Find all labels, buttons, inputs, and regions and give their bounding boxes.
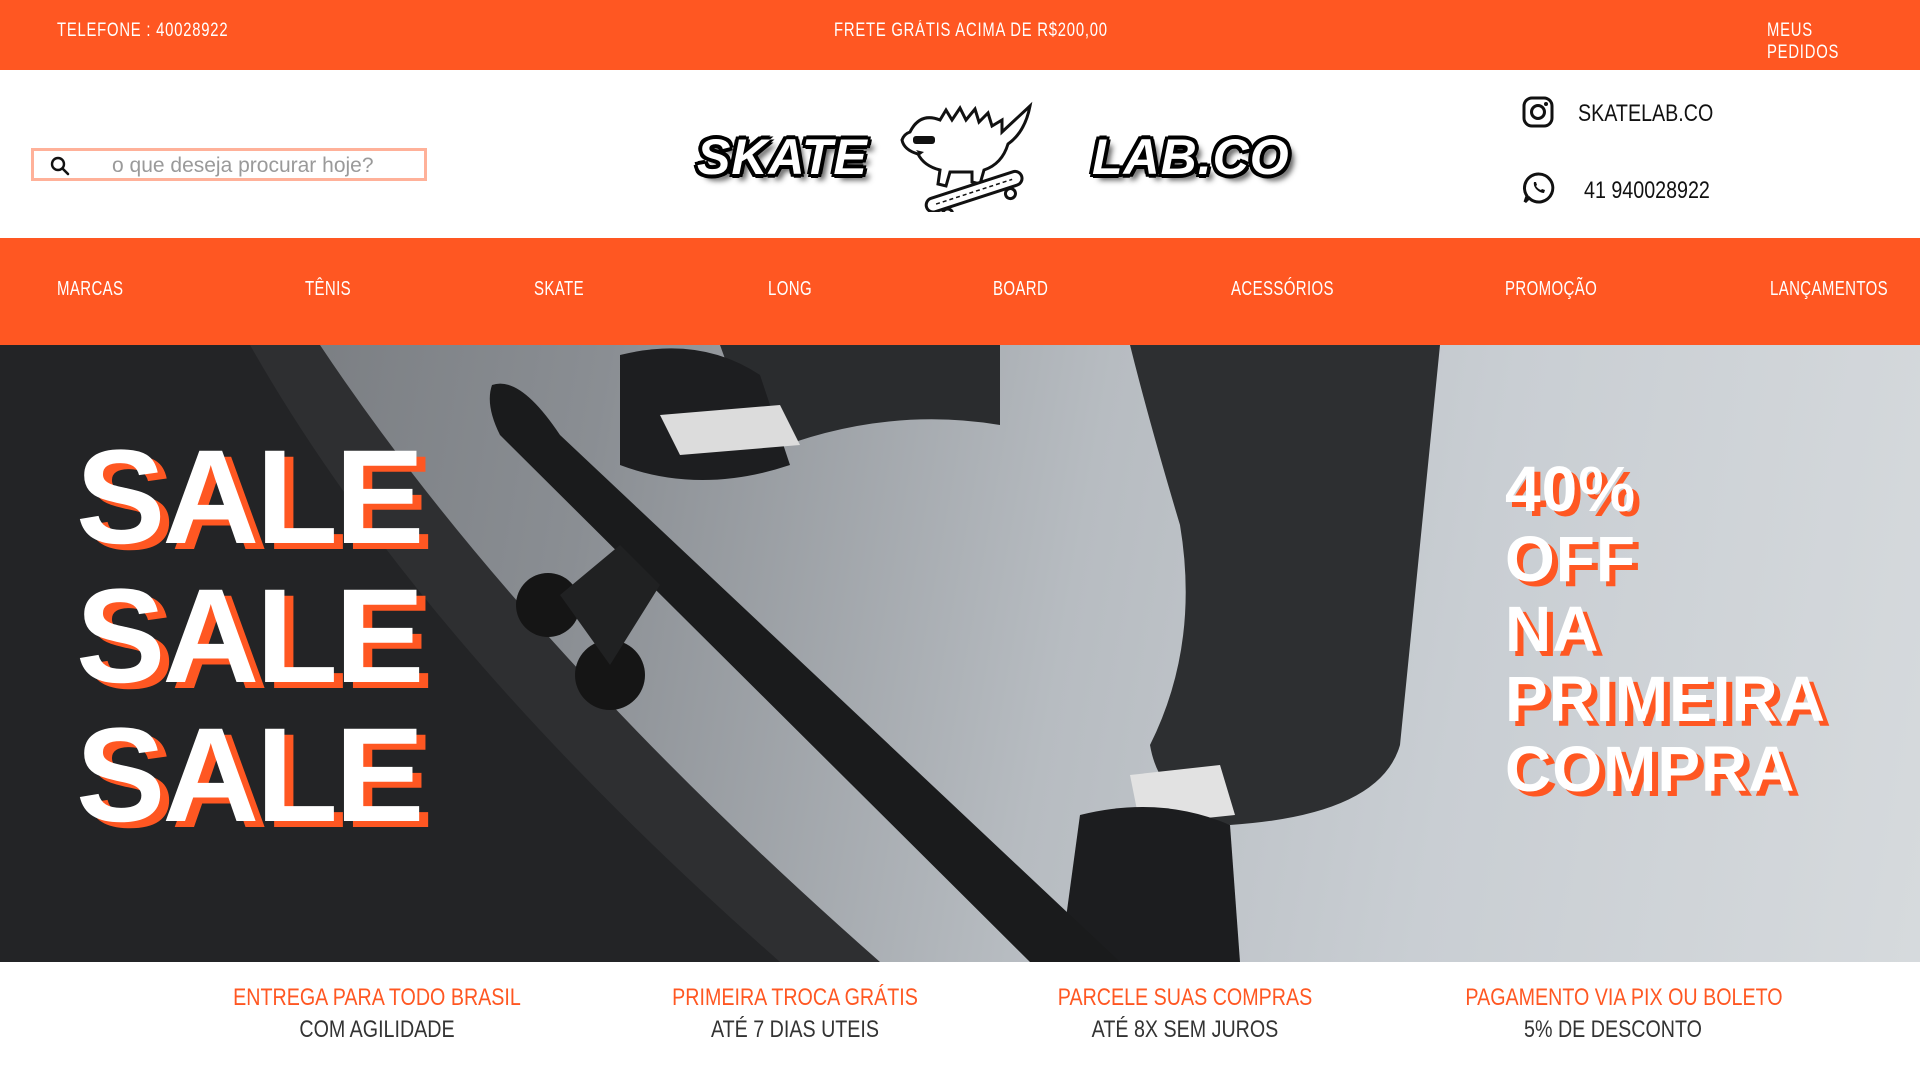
benefit-subtitle: COM AGILIDADE bbox=[299, 1016, 455, 1043]
benefit-title: PARCELE SUAS COMPRAS bbox=[1057, 984, 1313, 1011]
nav-item-marcas[interactable]: MARCAS bbox=[57, 278, 123, 301]
benefit-delivery: ENTREGA PARA TODO BRASIL COM AGILIDADE bbox=[197, 984, 557, 1044]
logo-word-lab: LAB.CO bbox=[1092, 129, 1290, 185]
nav-item-acessorios[interactable]: ACESSÓRIOS bbox=[1231, 278, 1334, 301]
benefit-subtitle: ATÉ 8X SEM JUROS bbox=[1091, 1016, 1279, 1043]
top-bar: TELEFONE : 40028922 FRETE GRÁTIS ACIMA D… bbox=[0, 0, 1920, 70]
benefits-strip: ENTREGA PARA TODO BRASIL COM AGILIDADE P… bbox=[0, 962, 1920, 1080]
benefit-exchange: PRIMEIRA TROCA GRÁTIS ATÉ 7 DIAS UTEIS bbox=[615, 984, 975, 1044]
search-icon[interactable] bbox=[50, 156, 70, 176]
sale-line-3: SALE bbox=[76, 701, 424, 850]
sale-line-1: SALE bbox=[76, 423, 424, 572]
offer-line-1: 40% bbox=[1505, 453, 1637, 525]
whatsapp-icon bbox=[1523, 172, 1555, 204]
nav-item-long[interactable]: LONG bbox=[768, 278, 812, 301]
nav-item-board[interactable]: BOARD bbox=[993, 278, 1048, 301]
search-input[interactable] bbox=[110, 153, 414, 179]
offer-line-3: NA bbox=[1505, 593, 1600, 665]
nav-item-lancamentos[interactable]: LANÇAMENTOS bbox=[1770, 278, 1888, 301]
benefit-title: PRIMEIRA TROCA GRÁTIS bbox=[672, 984, 918, 1011]
hero-banner[interactable]: SALE SALE SALE 40% OFF NA PRIMEIRA COMPR… bbox=[0, 345, 1920, 962]
nav-item-skate[interactable]: SKATE bbox=[534, 278, 584, 301]
benefit-title: ENTREGA PARA TODO BRASIL bbox=[233, 984, 521, 1011]
search-box[interactable] bbox=[31, 148, 427, 181]
offer-line-5: COMPRA bbox=[1505, 733, 1796, 805]
benefit-installments: PARCELE SUAS COMPRAS ATÉ 8X SEM JUROS bbox=[1005, 984, 1365, 1044]
offer-line-4: PRIMEIRA bbox=[1505, 663, 1826, 735]
nav-item-tenis[interactable]: TÊNIS bbox=[305, 278, 351, 301]
benefit-payment: PAGAMENTO VIA PIX OU BOLETO 5% DE DESCON… bbox=[1433, 984, 1793, 1044]
sale-line-2: SALE bbox=[76, 562, 424, 711]
instagram-handle: SKATELAB.CO bbox=[1578, 100, 1714, 127]
nav-item-promocao[interactable]: PROMOÇÃO bbox=[1505, 278, 1597, 301]
logo-word-skate: SKATE bbox=[697, 129, 868, 185]
my-orders-link[interactable]: MEUS PEDIDOS bbox=[1767, 20, 1886, 64]
phone-text: TELEFONE : 40028922 bbox=[57, 20, 229, 41]
offer-line-2: OFF bbox=[1505, 523, 1636, 595]
main-nav: MARCAS TÊNIS SKATE LONG BOARD ACESSÓRIOS… bbox=[0, 238, 1920, 345]
dinosaur-skate-logo-icon bbox=[900, 101, 1033, 212]
free-shipping-text: FRETE GRÁTIS ACIMA DE R$200,00 bbox=[834, 20, 1108, 41]
whatsapp-number: 41 940028922 bbox=[1584, 177, 1710, 204]
benefit-subtitle: 5% DE DESCONTO bbox=[1524, 1016, 1702, 1043]
instagram-icon bbox=[1522, 96, 1554, 128]
benefit-title: PAGAMENTO VIA PIX OU BOLETO bbox=[1465, 984, 1783, 1011]
benefit-subtitle: ATÉ 7 DIAS UTEIS bbox=[710, 1016, 880, 1043]
